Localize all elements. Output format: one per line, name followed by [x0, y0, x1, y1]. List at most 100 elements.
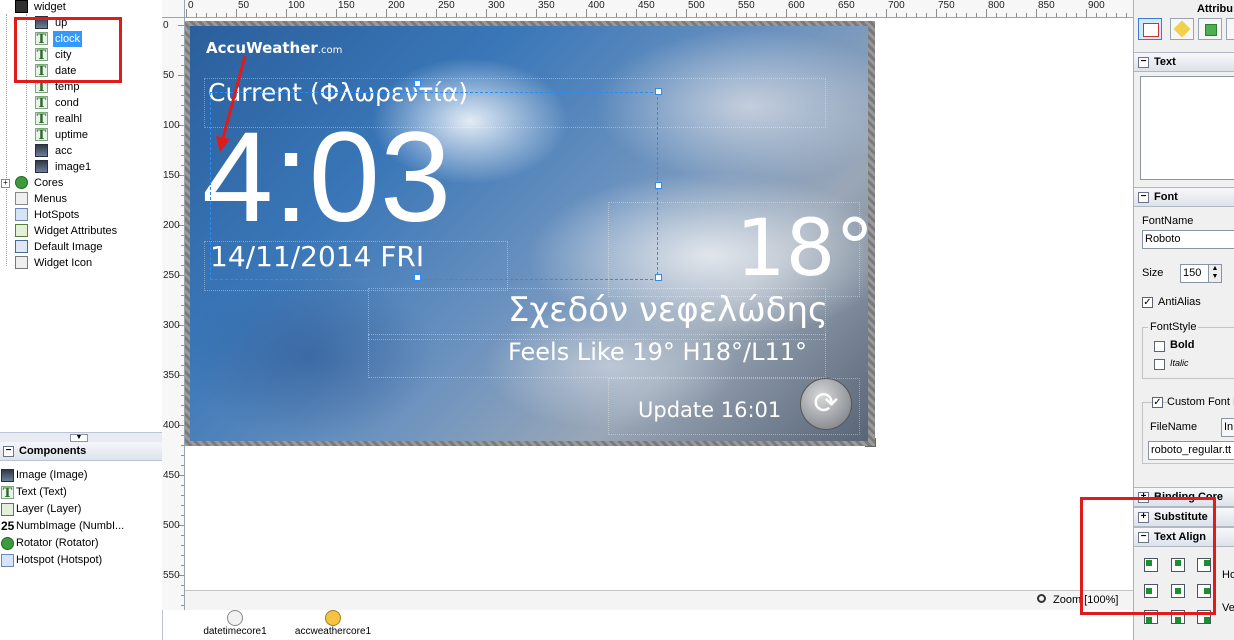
tree-root-label: widget [34, 1, 66, 13]
ruler-minor-tick [1106, 13, 1107, 17]
ruler-minor-tick [566, 13, 567, 17]
ruler-minor-tick [366, 13, 367, 17]
tree-item-realhl[interactable]: T realhl [0, 111, 160, 127]
ruler-minor-tick [476, 13, 477, 17]
arrow-shaft [221, 55, 247, 139]
component-layer[interactable]: Layer (Layer) [0, 501, 160, 518]
ruler-minor-tick [416, 13, 417, 17]
tree-root-widget[interactable]: widget [0, 0, 160, 15]
ruler-label: 200 [163, 220, 180, 231]
spinner-arrows-icon[interactable]: ▲ ▼ [1208, 265, 1221, 282]
tab-measure[interactable] [1170, 18, 1194, 40]
component-label: NumbImage (NumbI... [16, 520, 125, 532]
ruler-minor-tick [181, 485, 184, 486]
resize-handle[interactable] [655, 88, 662, 95]
component-rotator[interactable]: Rotator (Rotator) [0, 535, 160, 552]
tree-section-widget-attributes[interactable]: Widget Attributes [0, 223, 160, 239]
component-image[interactable]: Image (Image) [0, 467, 160, 484]
feels-like-text[interactable]: Feels Like 19° H18°/L11° [508, 338, 807, 366]
resize-handle[interactable] [655, 182, 662, 189]
brand-suffix: .com [317, 45, 343, 56]
ruler-minor-tick [826, 13, 827, 17]
date-text[interactable]: 14/11/2014 FRI [210, 240, 424, 273]
ruler-minor-tick [876, 13, 877, 17]
collapse-icon[interactable]: − [1138, 191, 1149, 203]
tree-section-hotspots[interactable]: HotSpots [0, 207, 160, 223]
core-datetime[interactable]: datetimecore1 [197, 610, 273, 637]
tree-item-label: cond [55, 97, 79, 109]
tree-section-menus[interactable]: Menus [0, 191, 160, 207]
ruler-minor-tick [181, 295, 184, 296]
ruler-tick [736, 9, 737, 17]
ruler-label: 650 [838, 0, 855, 11]
customfont-checkbox[interactable]: ✓ [1152, 397, 1163, 408]
vertical-align-label: Ve [1222, 602, 1234, 614]
temp-text[interactable]: 18° [736, 204, 868, 294]
ruler-tick [436, 9, 437, 17]
ruler-minor-tick [181, 455, 184, 456]
tree-section-default-image[interactable]: Default Image [0, 239, 160, 255]
condition-text[interactable]: Σχεδόν νεφελώδης [508, 290, 828, 330]
widget-resize-grip-icon[interactable] [865, 438, 876, 447]
ruler-minor-tick [716, 13, 717, 17]
collapse-icon[interactable]: − [1138, 56, 1149, 68]
section-text-header[interactable]: − Text [1134, 52, 1234, 72]
resize-handle[interactable] [655, 274, 662, 281]
ruler-label: 550 [163, 570, 180, 581]
ruler-minor-tick [181, 235, 184, 236]
component-numbimage[interactable]: 25 NumbImage (NumbI... [0, 518, 160, 535]
core-label: accweathercore1 [294, 626, 372, 637]
menus-icon [15, 192, 28, 205]
italic-checkbox[interactable] [1154, 359, 1165, 370]
ruler-minor-tick [181, 335, 184, 336]
refresh-button[interactable]: ⟳ [800, 378, 852, 430]
size-spinner[interactable]: 150 ▲ ▼ [1180, 264, 1222, 283]
tree-section-widget-icon[interactable]: Widget Icon [0, 255, 160, 271]
ruler-minor-tick [181, 285, 184, 286]
ruler-minor-tick [506, 13, 507, 17]
core-accuweather[interactable]: accweathercore1 [285, 610, 381, 637]
expand-icon[interactable]: + [1, 179, 10, 188]
tab-more[interactable] [1226, 18, 1234, 40]
resize-handle[interactable] [414, 80, 421, 87]
tree-item-image1[interactable]: image1 [0, 159, 160, 175]
ruler-minor-tick [606, 13, 607, 17]
filename-input[interactable]: roboto_regular.tt [1148, 441, 1234, 460]
ruler-tick [636, 9, 637, 17]
components-header[interactable]: − Components [0, 442, 162, 461]
text-value-field[interactable] [1140, 76, 1234, 180]
resize-handle[interactable] [414, 274, 421, 281]
ruler-label: 100 [288, 0, 305, 11]
design-canvas[interactable]: AccuWeather.com Current (Φλωρεντία) 4:03… [185, 18, 1133, 590]
zoom-icon[interactable] [1037, 594, 1046, 603]
ruler-minor-tick [181, 135, 184, 136]
tree-section-cores[interactable]: + Cores [0, 175, 160, 191]
tree-item-uptime[interactable]: T uptime [0, 127, 160, 143]
update-time-text[interactable]: Update 16:01 [638, 398, 781, 422]
ruler-minor-tick [181, 595, 184, 596]
fontname-input[interactable]: Roboto [1142, 230, 1234, 249]
component-hotspot[interactable]: Hotspot (Hotspot) [0, 552, 160, 569]
collapse-icon[interactable]: − [3, 445, 14, 457]
tree-item-cond[interactable]: T cond [0, 95, 160, 111]
ruler-minor-tick [466, 13, 467, 17]
ruler-minor-tick [181, 165, 184, 166]
tab-general[interactable] [1138, 18, 1162, 40]
section-font-header[interactable]: − Font [1134, 187, 1234, 207]
collapse-arrow-icon[interactable]: ▼ [70, 434, 88, 442]
ruler-minor-tick [1056, 13, 1057, 17]
ruler-tick [386, 9, 387, 17]
component-text[interactable]: T Text (Text) [0, 484, 160, 501]
ruler-label: 400 [163, 420, 180, 431]
ruler-label: 550 [738, 0, 755, 11]
ruler-tick [178, 75, 184, 76]
antialias-checkbox[interactable]: ✓ [1142, 297, 1153, 308]
filename-browse-button[interactable]: In [1221, 418, 1234, 437]
ruler-minor-tick [181, 205, 184, 206]
hotspots-icon [15, 208, 28, 221]
ruler-minor-tick [181, 255, 184, 256]
tree-item-acc[interactable]: acc [0, 143, 160, 159]
bold-checkbox[interactable] [1154, 341, 1165, 352]
tab-layers[interactable] [1198, 18, 1222, 40]
ruler-minor-tick [816, 13, 817, 17]
